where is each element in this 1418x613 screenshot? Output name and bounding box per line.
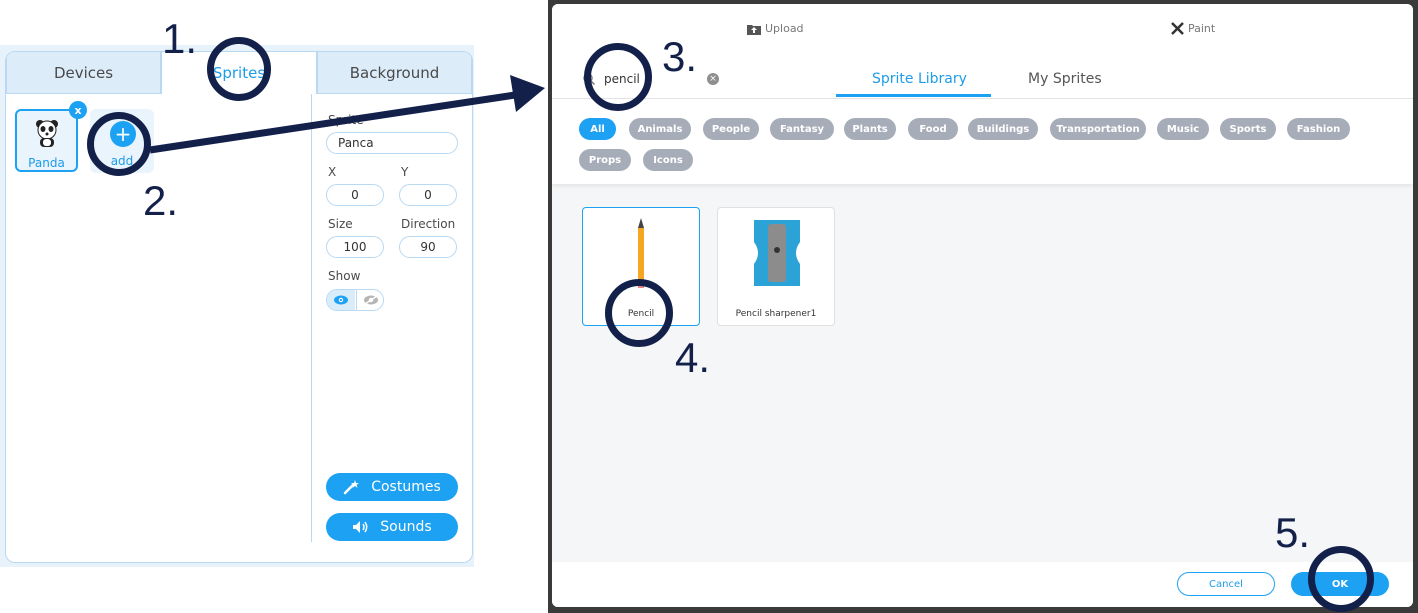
- annotation-circle-3: [584, 43, 652, 111]
- annotation-step-1: 1.: [162, 15, 198, 62]
- annotation-step-4: 4.: [675, 334, 711, 381]
- annotation-circle-4: [605, 279, 673, 347]
- annotation-circle-2: [87, 112, 151, 176]
- annotation-step-2: 2.: [143, 177, 179, 224]
- annotation-circle-1: [207, 37, 271, 101]
- annotation-step-3: 3.: [662, 33, 698, 80]
- annotation-step-5: 5.: [1275, 509, 1311, 556]
- annotation-circle-5: [1308, 546, 1374, 612]
- annotation-arrow: [149, 75, 545, 154]
